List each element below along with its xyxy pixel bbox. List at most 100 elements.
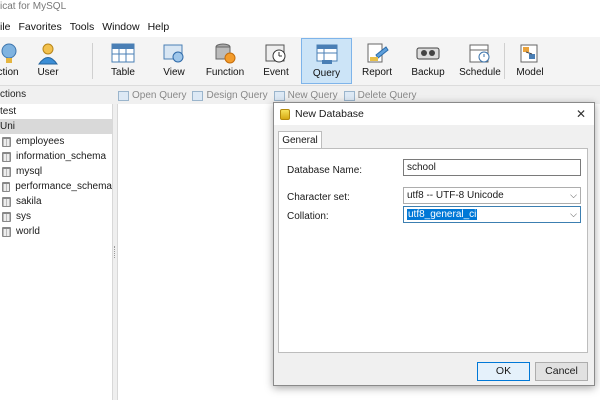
tree-item-label: information_schema (16, 151, 107, 162)
main-toolbar: ction User Table View Function Event (0, 37, 600, 86)
toolbar-connection-button[interactable]: ction (0, 38, 26, 84)
open-query-label: Open Query (132, 90, 187, 101)
delete-query-button[interactable]: Delete Query (343, 90, 417, 101)
splitter-grip[interactable] (114, 246, 116, 258)
tree-db-performance-schema[interactable]: performance_schema (0, 179, 112, 194)
database-icon (2, 151, 11, 162)
database-icon (2, 211, 11, 222)
tree-db-employees[interactable]: employees (0, 134, 112, 149)
connection-icon (0, 41, 21, 65)
new-database-dialog: New Database ✕ General Database Name: sc… (273, 102, 595, 386)
general-tab-panel: Database Name: school Character set: utf… (278, 148, 588, 353)
menu-favorites[interactable]: Favorites (15, 21, 66, 33)
new-query-icon (273, 90, 285, 101)
database-name-input[interactable]: school (403, 159, 581, 176)
tree-item-label: Uni (0, 121, 16, 132)
tree-db-sakila[interactable]: sakila (0, 194, 112, 209)
collation-label: Collation: (287, 211, 329, 222)
tree-db-sys[interactable]: sys (0, 209, 112, 224)
open-query-icon (118, 90, 129, 101)
toolbar-user-label: User (37, 67, 59, 78)
table-icon (110, 41, 136, 65)
toolbar-schedule-button[interactable]: Schedule (458, 38, 502, 84)
tree-db-mysql[interactable]: mysql (0, 164, 112, 179)
dialog-title: New Database (295, 108, 364, 120)
toolbar-report-label: Report (361, 67, 392, 78)
toolbar-query-button[interactable]: Query (301, 38, 352, 84)
design-query-button[interactable]: Design Query (192, 90, 268, 101)
tree-item-label: mysql (16, 166, 43, 177)
database-icon (2, 196, 11, 207)
tree-item-label: world (16, 226, 40, 237)
toolbar-table-button[interactable]: Table (104, 38, 142, 84)
collation-select[interactable]: utf8_general_ci ⌵ (403, 206, 581, 223)
toolbar-function-label: Function (205, 67, 245, 78)
tab-general[interactable]: General (278, 131, 322, 149)
menu-bar: ile Favorites Tools Window Help (0, 17, 600, 37)
open-query-button[interactable]: Open Query (118, 90, 186, 101)
database-icon (2, 181, 11, 192)
chevron-down-icon: ⌵ (570, 190, 577, 200)
toolbar-user-button[interactable]: User (30, 38, 66, 84)
toolbar-report-button[interactable]: Report (358, 38, 396, 84)
character-set-select[interactable]: utf8 -- UTF-8 Unicode ⌵ (403, 187, 581, 204)
user-icon (35, 41, 61, 65)
event-icon (263, 41, 289, 65)
toolbar-model-button[interactable]: Model (512, 38, 548, 84)
connection-tree: test Uni employees information_schema my… (0, 104, 113, 400)
toolbar-event-label: Event (263, 67, 289, 78)
character-set-label: Character set: (287, 192, 350, 203)
cancel-button[interactable]: Cancel (535, 362, 588, 381)
character-set-value: utf8 -- UTF-8 Unicode (407, 190, 504, 201)
report-icon (364, 41, 390, 65)
menu-tools[interactable]: Tools (66, 21, 99, 33)
database-icon (2, 166, 11, 177)
connections-header: ctions (0, 89, 27, 100)
toolbar-model-label: Model (516, 67, 544, 78)
toolbar-view-label: View (163, 67, 185, 78)
window-title: icat for MySQL (0, 0, 600, 17)
toolbar-table-label: Table (111, 67, 135, 78)
navicat-icon (280, 108, 290, 120)
menu-help[interactable]: Help (144, 21, 174, 33)
close-icon[interactable]: ✕ (576, 107, 586, 121)
tree-connection-uni[interactable]: Uni (0, 119, 112, 134)
toolbar-event-button[interactable]: Event (258, 38, 294, 84)
menu-window[interactable]: Window (98, 21, 143, 33)
toolbar-view-button[interactable]: View (156, 38, 192, 84)
new-query-label: New Query (287, 90, 338, 101)
schedule-icon (467, 41, 493, 65)
tree-item-label: employees (16, 136, 65, 147)
delete-query-icon (343, 90, 355, 101)
query-icon (314, 42, 340, 66)
menu-file[interactable]: ile (0, 21, 15, 33)
tree-item-label: test (0, 106, 17, 117)
toolbar-schedule-label: Schedule (459, 67, 501, 78)
collation-value: utf8_general_ci (407, 209, 478, 220)
design-query-icon (192, 90, 204, 101)
delete-query-label: Delete Query (357, 90, 417, 101)
backup-icon (415, 41, 441, 65)
database-icon (2, 136, 11, 147)
tree-db-world[interactable]: world (0, 224, 112, 239)
tree-connection-test[interactable]: test (0, 104, 112, 119)
tree-item-label: sys (16, 211, 31, 222)
tree-item-label: sakila (16, 196, 42, 207)
toolbar-query-label: Query (312, 68, 341, 79)
new-query-button[interactable]: New Query (273, 90, 338, 101)
toolbar-connection-label: ction (0, 67, 19, 78)
toolbar-backup-button[interactable]: Backup (408, 38, 448, 84)
tree-item-label: performance_schema (15, 181, 112, 192)
tree-db-information-schema[interactable]: information_schema (0, 149, 112, 164)
model-icon (517, 41, 543, 65)
ok-button[interactable]: OK (477, 362, 530, 381)
toolbar-separator (92, 43, 93, 79)
chevron-down-icon: ⌵ (570, 209, 577, 219)
dialog-titlebar: New Database (274, 103, 594, 125)
design-query-label: Design Query (206, 90, 268, 101)
toolbar-function-button[interactable]: Function (204, 38, 246, 84)
database-name-label: Database Name: (287, 165, 363, 176)
database-icon (2, 226, 11, 237)
toolbar-backup-label: Backup (411, 67, 445, 78)
view-icon (161, 41, 187, 65)
